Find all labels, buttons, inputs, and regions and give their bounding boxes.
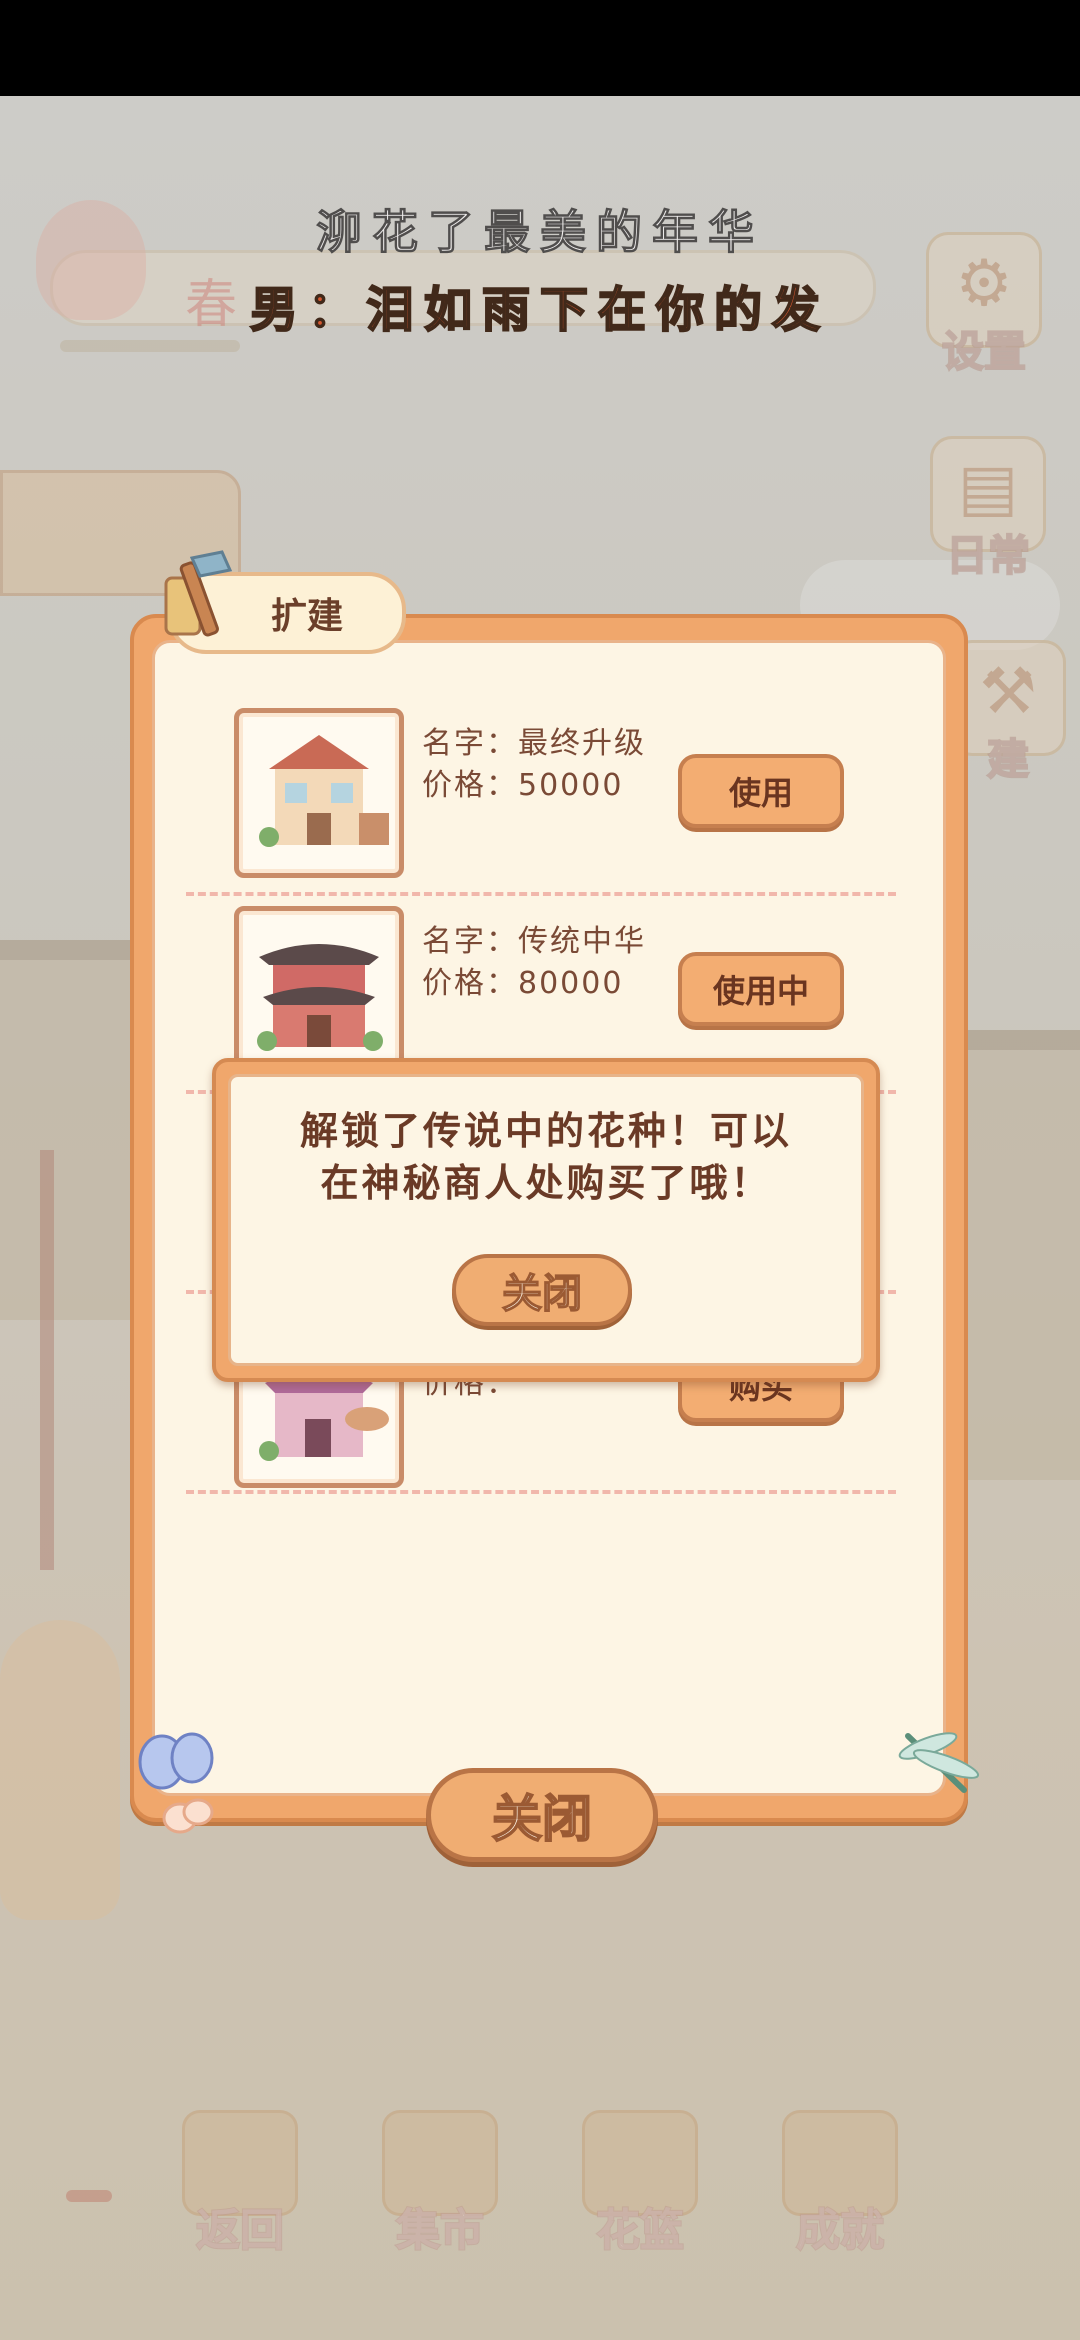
house-thumbnail (234, 708, 404, 878)
item-price: 价格：50000 (422, 768, 624, 803)
list-item: 名字：传统中华 价格：80000 使用中 (234, 906, 894, 1076)
in-use-button[interactable]: 使用中 (678, 952, 844, 1026)
item-name: 名字：最终升级 (422, 726, 646, 761)
house-thumbnail (234, 906, 404, 1076)
status-bar (0, 0, 1080, 96)
list-item: 名字：最终升级 价格：50000 使用 (234, 708, 894, 878)
close-panel-button[interactable]: 关闭 (426, 1768, 658, 1862)
house-icon (259, 735, 389, 847)
expand-panel-title: 扩建 (270, 596, 343, 637)
dragonfly-icon (898, 1732, 980, 1793)
notice-dialog: 解锁了传说中的花种！可以 在神秘商人处购买了哦！ (212, 1058, 880, 1382)
notice-message-line-2: 在神秘商人处购买了哦！ (320, 1161, 772, 1205)
item-name: 名字：传统中华 (422, 924, 646, 959)
notice-message: 解锁了传说中的花种！可以 在神秘商人处购买了哦！ (251, 1105, 841, 1209)
divider (186, 1490, 896, 1494)
close-dialog-button[interactable]: 关闭 (452, 1254, 632, 1326)
butterfly-icon (138, 1732, 214, 1834)
hammer-icon (164, 550, 233, 637)
notice-message-line-1: 解锁了传说中的花种！可以 (299, 1109, 792, 1153)
pagoda-icon (257, 944, 383, 1051)
item-price: 价格：80000 (422, 966, 624, 1001)
divider (186, 892, 896, 896)
use-button[interactable]: 使用 (678, 754, 844, 828)
